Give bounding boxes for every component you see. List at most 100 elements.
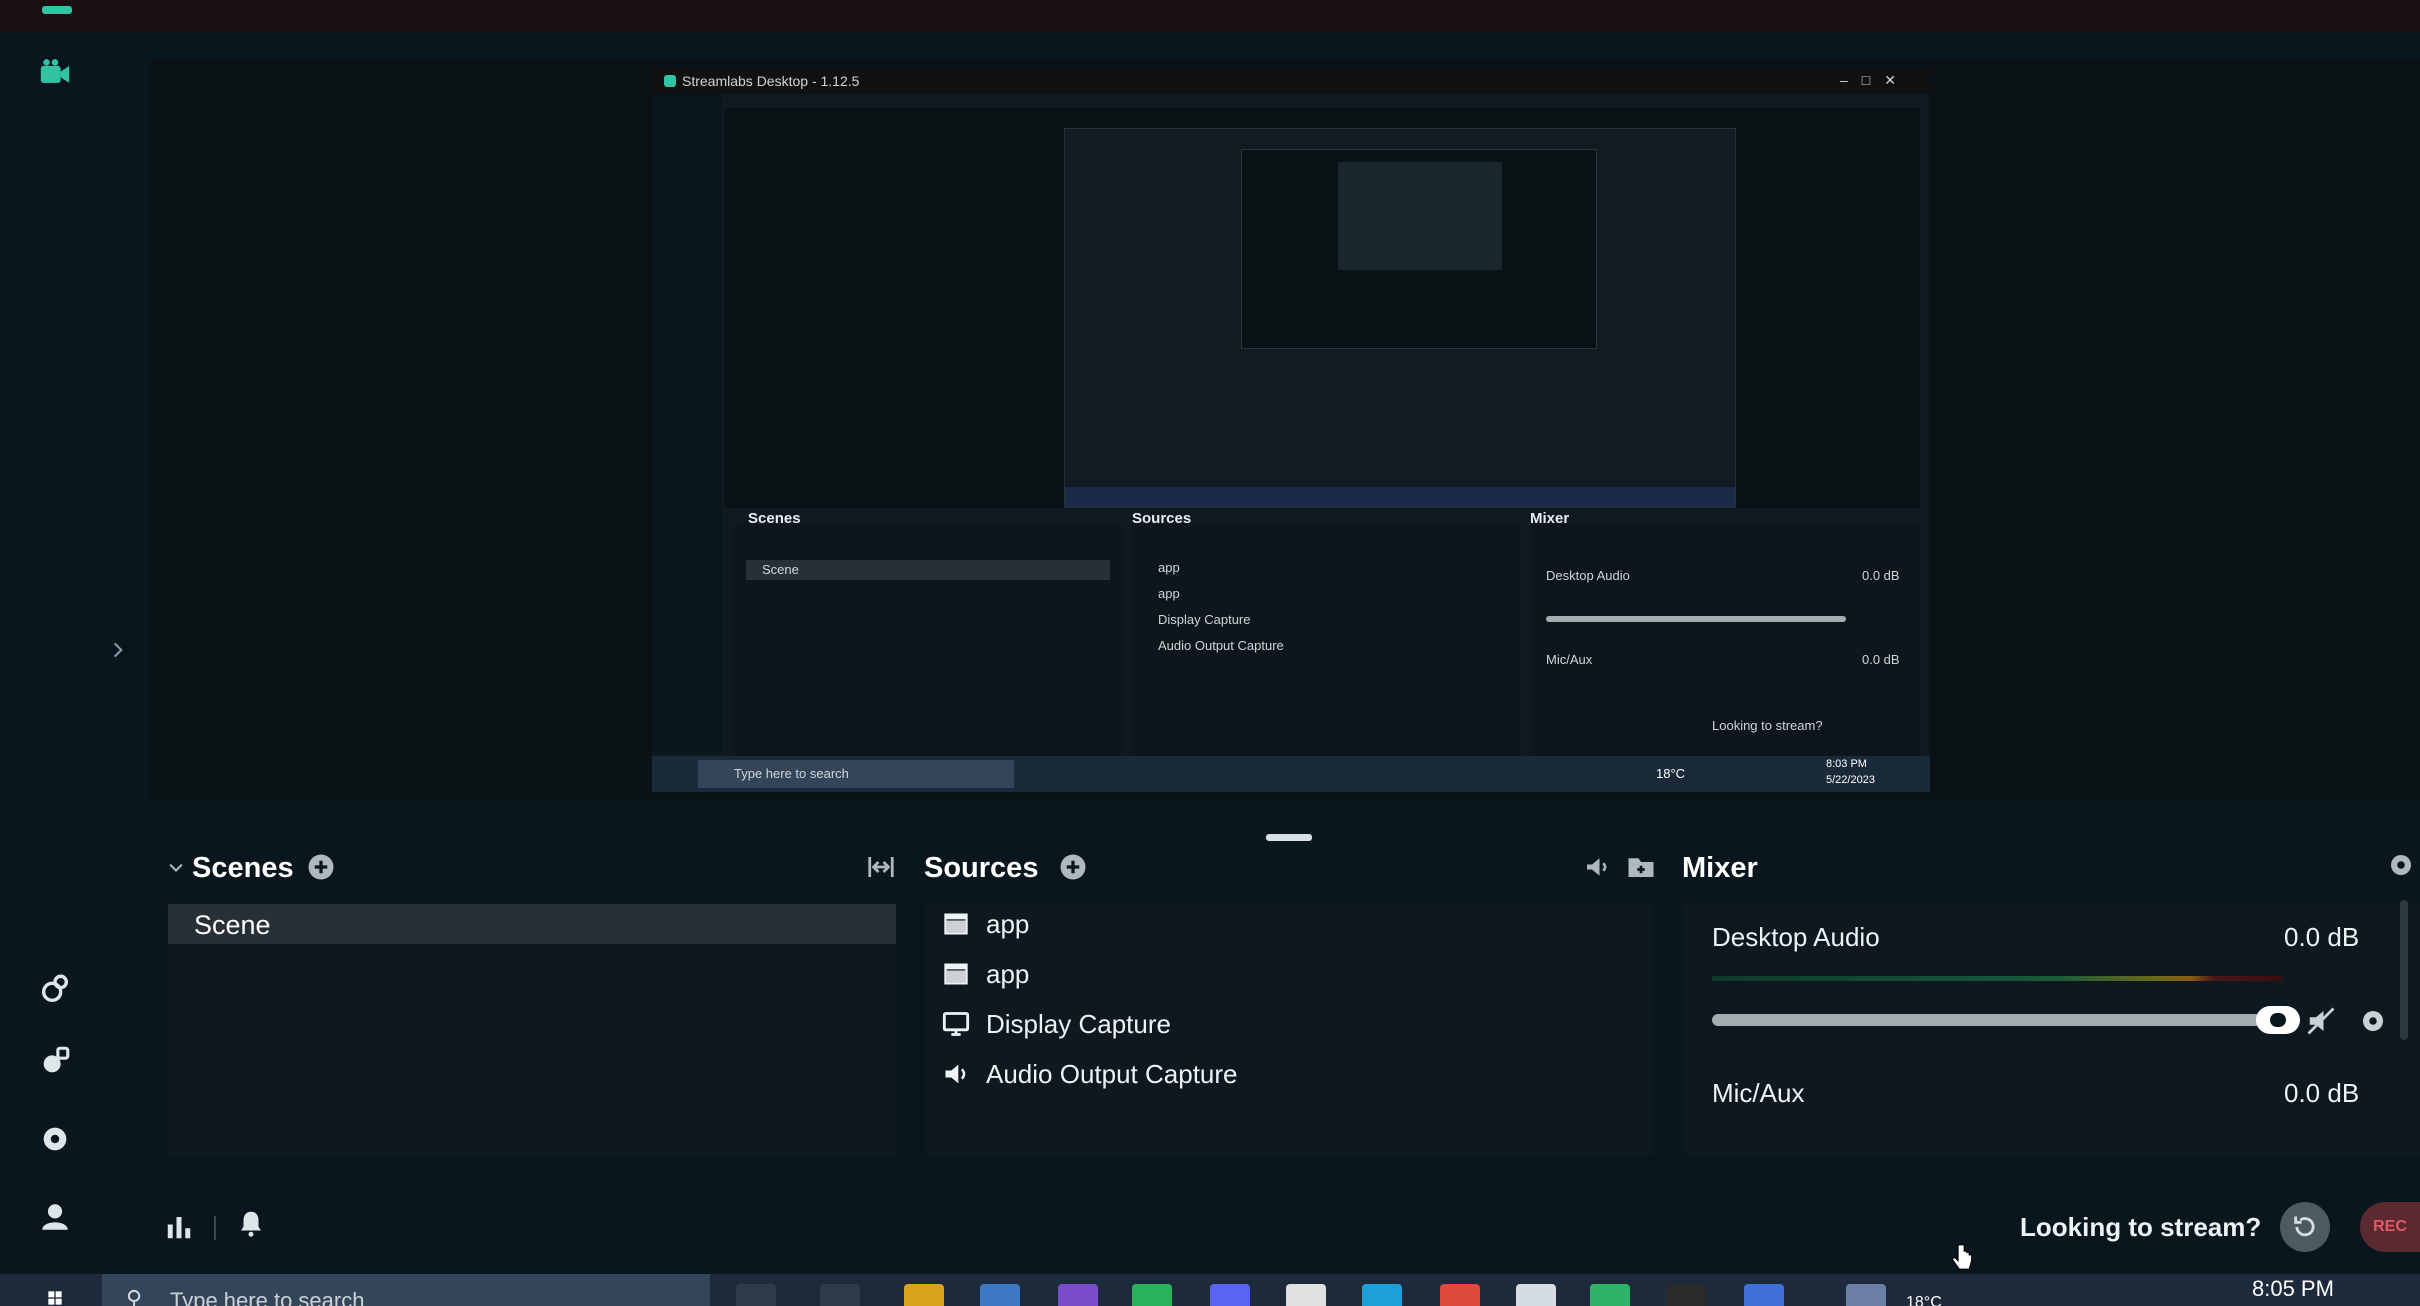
preview-inner-display: [724, 108, 1920, 508]
nav-themes-icon[interactable]: [30, 964, 80, 1014]
preview-scene-item: Scene: [746, 560, 1110, 580]
taskbar-app-chrome-icon[interactable]: [1440, 1284, 1480, 1306]
mixer-channel-name: Mic/Aux: [1712, 1078, 1805, 1108]
taskbar-app-visualstudio-icon[interactable]: [1058, 1284, 1098, 1306]
preview-nested-taskbar: [1065, 487, 1735, 507]
taskbar-app-terminal-icon[interactable]: [1666, 1284, 1706, 1306]
search-icon: ⚲: [126, 1286, 143, 1306]
source-item[interactable]: Audio Output Capture: [940, 1052, 1238, 1096]
nav-account-user-icon[interactable]: [30, 1192, 80, 1242]
preview-window-controls: –□✕: [1840, 72, 1910, 88]
source-item-label: Audio Output Capture: [986, 1058, 1238, 1089]
scene-list-item[interactable]: Scene: [168, 904, 896, 944]
volume-slider-handle[interactable]: [2256, 1006, 2300, 1034]
mixer-channel-name: Desktop Audio: [1712, 922, 1880, 952]
preview-taskbar-date: 5/22/2023: [1826, 774, 1875, 786]
panel-resize-handle[interactable]: [1266, 834, 1312, 841]
replay-buffer-button[interactable]: [2280, 1202, 2330, 1252]
source-item-label: app: [986, 908, 1030, 939]
scene-transitions-icon[interactable]: [866, 852, 896, 887]
taskbar-clock[interactable]: 8:05 PM: [2252, 1276, 2334, 1302]
sources-header: Sources: [924, 852, 1039, 884]
taskbar-app-store-icon[interactable]: [980, 1284, 1020, 1306]
nav-settings-gear-icon[interactable]: [30, 1114, 80, 1164]
window-icon: [940, 959, 972, 989]
preview-taskbar: Type here to search 18°C 8:03 PM 5/22/20…: [652, 756, 1930, 792]
add-source-plus-icon[interactable]: [1058, 852, 1088, 887]
preview-nested-window: [1064, 128, 1736, 508]
source-item[interactable]: Display Capture: [940, 1002, 1171, 1046]
taskbar-app-slack-icon[interactable]: [1286, 1284, 1326, 1306]
taskbar-app-edge-icon[interactable]: [1362, 1284, 1402, 1306]
preview-looking-to-stream: Looking to stream?: [1712, 718, 1823, 733]
taskbar-app-pycharm-icon[interactable]: [1590, 1284, 1630, 1306]
add-folder-icon[interactable]: [1626, 852, 1656, 887]
preview-desktop-audio: Desktop Audio: [1546, 568, 1630, 583]
nav-apps-icon[interactable]: [30, 1036, 80, 1086]
preview-scenes-header: Scenes: [748, 510, 801, 527]
preview-mic-aux-db: 0.0 dB: [1862, 652, 1900, 667]
source-item[interactable]: app: [940, 952, 1029, 996]
mixer-settings-gear-icon[interactable]: [2386, 850, 2416, 885]
taskbar-search-placeholder: Type here to search: [170, 1288, 365, 1306]
preview-source-item: app: [1158, 560, 1180, 575]
preview-source-item: app: [1158, 586, 1180, 601]
notifications-bell-icon[interactable]: [236, 1208, 266, 1243]
source-item[interactable]: app: [940, 902, 1029, 946]
mixer-scrollbar[interactable]: [2400, 900, 2408, 1040]
taskbar-weather-icon: [1846, 1284, 1886, 1306]
app-logo-icon: [42, 6, 72, 14]
scenes-collapse-chevron-down-icon[interactable]: [166, 858, 186, 883]
windows-start-icon[interactable]: [40, 1290, 70, 1306]
preview-volume-slider: [1546, 616, 1846, 622]
looking-to-stream-link[interactable]: Looking to stream?: [2020, 1212, 2261, 1243]
source-item-label: Display Capture: [986, 1008, 1171, 1039]
speaker-icon: [940, 1059, 972, 1089]
channel-settings-gear-icon[interactable]: [2358, 1006, 2388, 1041]
taskbar-app-cortana-icon[interactable]: [736, 1284, 776, 1306]
window-icon: [940, 909, 972, 939]
preview-source-item: Display Capture: [1158, 612, 1251, 627]
stream-preview: Streamlabs Desktop - 1.12.5 –□✕ Scenes S…: [652, 68, 1930, 792]
left-nav: [0, 32, 108, 1274]
taskbar-temperature: 18°C: [1906, 1294, 1942, 1306]
taskbar-app-discord-icon[interactable]: [1210, 1284, 1250, 1306]
source-visibility-icon[interactable]: [1582, 852, 1612, 887]
hand-cursor-icon: [1948, 1238, 1978, 1283]
mixer-channel-db: 0.0 dB: [2284, 922, 2360, 952]
preview-desktop-audio-db: 0.0 dB: [1862, 568, 1900, 583]
taskbar-app-document-icon[interactable]: [1744, 1284, 1784, 1306]
nav-editor-camera-icon[interactable]: [30, 48, 80, 98]
add-scene-plus-icon[interactable]: [306, 852, 336, 887]
preview-sidebar: [652, 94, 722, 754]
taskbar-app-whatsapp-icon[interactable]: [1132, 1284, 1172, 1306]
taskbar-app-folder-icon[interactable]: [904, 1284, 944, 1306]
mixer-header: Mixer: [1682, 852, 1758, 884]
preview-taskbar-search: Type here to search: [698, 760, 1014, 788]
taskbar-app-taskview-icon[interactable]: [820, 1284, 860, 1306]
preview-source-item: Audio Output Capture: [1158, 638, 1284, 653]
mute-speaker-icon[interactable]: [2306, 1006, 2336, 1041]
taskbar-app-browser-icon[interactable]: [1516, 1284, 1556, 1306]
performance-stats-bar-chart-icon[interactable]: [164, 1212, 194, 1247]
scene-item-label: Scene: [194, 910, 271, 940]
expand-panel-chevron-right-icon[interactable]: [108, 620, 128, 680]
footer-divider: [214, 1216, 216, 1240]
taskbar-search-input[interactable]: ⚲ Type here to search: [102, 1274, 710, 1306]
preview-window-title: Streamlabs Desktop - 1.12.5: [652, 68, 1930, 94]
replay-icon: [2294, 1216, 2315, 1237]
preview-logo-icon: [664, 75, 676, 87]
preview-mixer-header: Mixer: [1530, 510, 1570, 527]
preview-taskbar-time: 8:03 PM: [1826, 758, 1867, 770]
monitor-icon: [940, 1009, 972, 1039]
title-bar: [0, 0, 2420, 32]
record-button[interactable]: REC: [2360, 1202, 2420, 1252]
desktop-audio-volume-slider[interactable]: [1712, 1014, 2264, 1026]
mixer-channel-db: 0.0 dB: [2284, 1078, 2360, 1108]
source-item-label: app: [986, 958, 1030, 989]
preview-mic-aux: Mic/Aux: [1546, 652, 1593, 667]
preview-taskbar-temp: 18°C: [1656, 766, 1686, 781]
preview-nested-display: [1241, 149, 1597, 349]
preview-nested-display-deep: [1338, 162, 1502, 270]
desktop-audio-level-meter: [1712, 976, 2282, 981]
